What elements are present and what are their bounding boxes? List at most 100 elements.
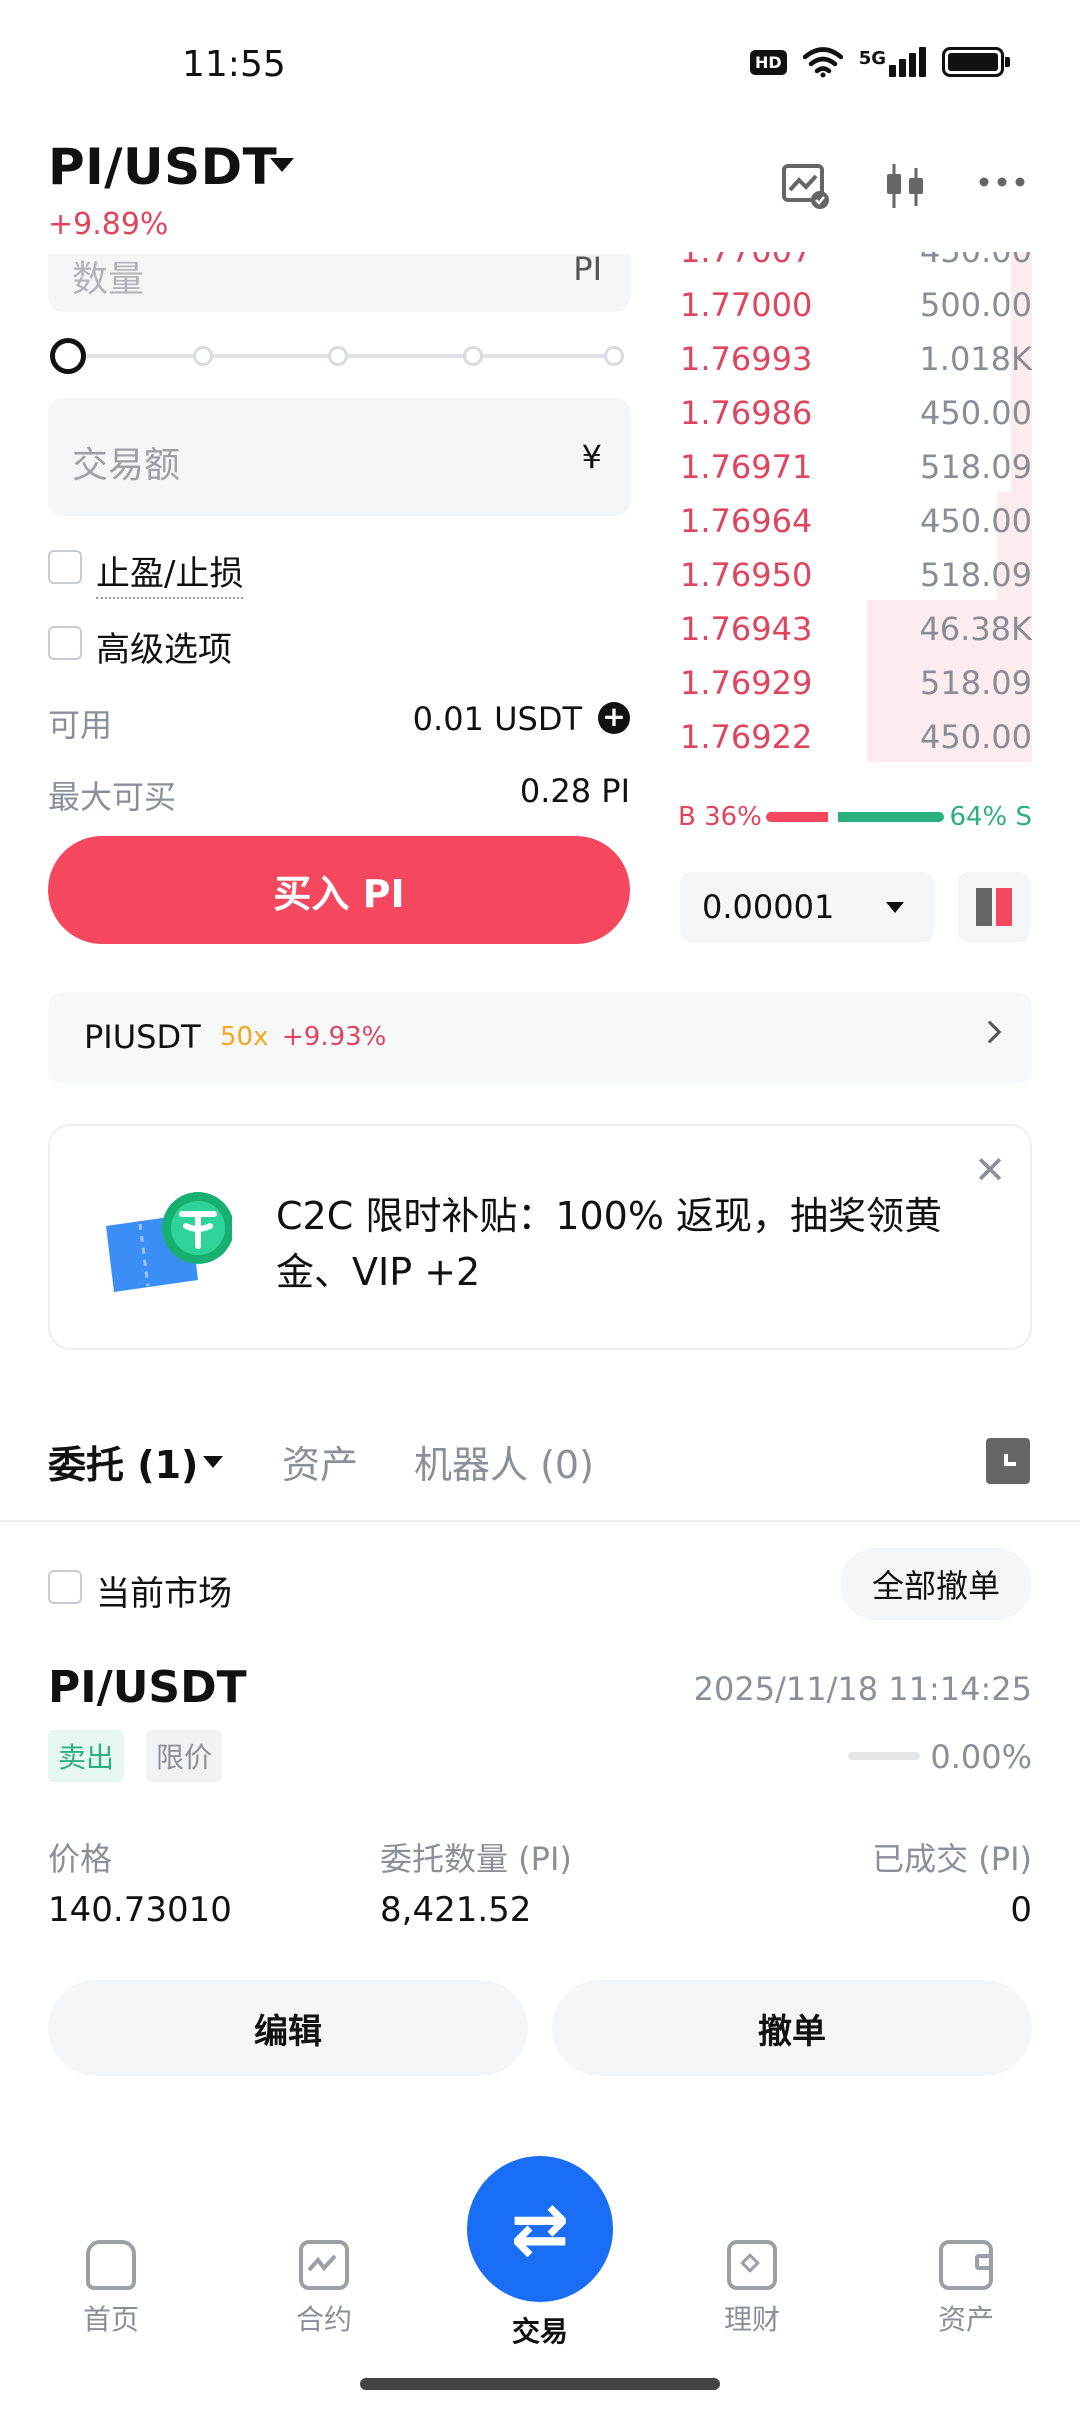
ask-quantity: 500.00 bbox=[920, 286, 1032, 324]
perpetual-link[interactable]: PIUSDT 50x +9.93% bbox=[48, 992, 1032, 1084]
quantity-label: 数量 bbox=[72, 259, 145, 300]
tp-sl-label[interactable]: 止盈/止损 bbox=[96, 546, 244, 599]
price-label: 价格 bbox=[48, 1840, 113, 1878]
pair-title[interactable]: PI/USDT bbox=[48, 138, 277, 196]
cancel-order-button[interactable]: 撤单 bbox=[552, 1980, 1032, 2076]
cellular-signal-icon: 5G bbox=[859, 47, 926, 77]
nav-assets[interactable]: 资产 bbox=[906, 2240, 1026, 2338]
order-qty-value: 8,421.52 bbox=[380, 1890, 532, 1930]
ask-quantity: 1.018K bbox=[919, 340, 1032, 378]
quantity-unit: PI bbox=[573, 254, 602, 288]
home-icon bbox=[86, 2240, 136, 2290]
tab-assets[interactable]: 资产 bbox=[282, 1434, 358, 1489]
order-pair: PI/USDT bbox=[48, 1662, 247, 1713]
filled-qty-label: 已成交 (PI) bbox=[872, 1840, 1032, 1878]
banner-text: C2C 限时补贴：100% 返现，抽奖领黄金、VIP +2 bbox=[276, 1194, 943, 1294]
candlestick-icon[interactable] bbox=[880, 160, 932, 212]
battery-icon bbox=[942, 47, 1010, 77]
nav-earn[interactable]: 理财 bbox=[692, 2240, 812, 2338]
advanced-options-label[interactable]: 高级选项 bbox=[96, 622, 232, 671]
trade-amount-field[interactable]: 交易额 ¥ bbox=[48, 398, 630, 516]
slider-stop-100[interactable] bbox=[604, 346, 624, 366]
status-time: 11:55 bbox=[182, 44, 286, 85]
pair-change: +9.89% bbox=[48, 207, 169, 242]
plus-circle-icon[interactable]: + bbox=[598, 702, 630, 734]
advanced-options-checkbox[interactable] bbox=[48, 626, 82, 660]
order-book-row[interactable]: 1.76922 450.00 bbox=[680, 708, 1032, 762]
wallet-icon bbox=[939, 2240, 993, 2290]
order-book-row[interactable]: 1.77000 500.00 bbox=[680, 276, 1032, 330]
chevron-down-icon bbox=[886, 902, 904, 913]
ask-price: 1.76950 bbox=[680, 556, 813, 594]
chevron-right-icon bbox=[978, 1020, 1002, 1044]
nav-home[interactable]: 首页 bbox=[51, 2240, 171, 2338]
precision-value: 0.00001 bbox=[702, 888, 835, 926]
slider-stop-50[interactable] bbox=[328, 346, 348, 366]
order-book-row[interactable]: 1.76943 46.38K bbox=[680, 600, 1032, 654]
slider-handle[interactable] bbox=[50, 338, 86, 374]
tab-bots[interactable]: 机器人 (0) bbox=[414, 1434, 594, 1489]
slider-stop-25[interactable] bbox=[193, 346, 213, 366]
edit-order-button[interactable]: 编辑 bbox=[48, 1980, 528, 2076]
ask-price: 1.76971 bbox=[680, 448, 813, 486]
close-icon[interactable]: ✕ bbox=[974, 1148, 1006, 1192]
split-layout-icon bbox=[976, 888, 1012, 926]
currency-unit: ¥ bbox=[581, 438, 602, 476]
nav-futures[interactable]: 合约 bbox=[264, 2240, 384, 2338]
order-book-row[interactable]: 1.76993 1.018K bbox=[680, 330, 1032, 384]
hd-badge: HD bbox=[750, 49, 787, 75]
chart-alert-icon[interactable] bbox=[780, 160, 832, 212]
precision-select[interactable]: 0.00001 bbox=[680, 872, 934, 942]
order-book-row[interactable]: 1.77007 450.00 bbox=[680, 252, 1032, 276]
home-indicator bbox=[360, 2378, 720, 2390]
available-label: 可用 bbox=[48, 706, 113, 744]
nav-trade-label[interactable]: 交易 bbox=[480, 2310, 600, 2350]
ask-quantity: 450.00 bbox=[920, 394, 1032, 432]
perp-name: PIUSDT bbox=[84, 1018, 201, 1056]
order-book-row[interactable]: 1.76929 518.09 bbox=[680, 654, 1032, 708]
buy-ratio-bar bbox=[766, 812, 828, 822]
ask-price: 1.76993 bbox=[680, 340, 813, 378]
swap-arrows-icon[interactable]: ⇄ bbox=[467, 2156, 613, 2302]
more-icon[interactable] bbox=[976, 160, 1028, 212]
ask-price: 1.76929 bbox=[680, 664, 813, 702]
quantity-field[interactable]: 数量 PI bbox=[48, 254, 630, 312]
ask-quantity: 518.09 bbox=[920, 664, 1032, 702]
ask-quantity: 450.00 bbox=[920, 718, 1032, 756]
ask-quantity: 46.38K bbox=[919, 610, 1032, 648]
promo-banner[interactable]: C2C 限时补贴：100% 返现，抽奖领黄金、VIP +2 ✕ bbox=[48, 1124, 1032, 1350]
divider bbox=[0, 1520, 1080, 1522]
tp-sl-checkbox[interactable] bbox=[48, 550, 82, 584]
ask-price: 1.76986 bbox=[680, 394, 813, 432]
cancel-all-button[interactable]: 全部撤单 bbox=[840, 1548, 1032, 1620]
buy-button[interactable]: 买入 PI bbox=[48, 836, 630, 944]
ask-quantity: 450.00 bbox=[920, 252, 1032, 270]
max-buy-label: 最大可买 bbox=[48, 778, 177, 816]
fill-progress-bar bbox=[848, 1752, 920, 1760]
order-qty-label: 委托数量 (PI) bbox=[380, 1840, 572, 1878]
tab-orders[interactable]: 委托 (1) bbox=[48, 1434, 198, 1489]
history-doc-icon[interactable] bbox=[986, 1438, 1030, 1484]
order-book-row[interactable]: 1.76986 450.00 bbox=[680, 384, 1032, 438]
buy-ratio-label: B 36% bbox=[678, 802, 762, 832]
slider-stop-75[interactable] bbox=[463, 346, 483, 366]
usdt-ticket-icon bbox=[106, 1192, 232, 1292]
available-value: 0.01 USDT bbox=[412, 700, 582, 738]
trade-amount-label: 交易额 bbox=[72, 445, 181, 486]
futures-chart-icon bbox=[299, 2240, 349, 2290]
current-market-label[interactable]: 当前市场 bbox=[96, 1566, 232, 1615]
current-market-checkbox[interactable] bbox=[48, 1570, 82, 1604]
fill-percent: 0.00% bbox=[930, 1738, 1032, 1776]
book-layout-toggle[interactable] bbox=[958, 872, 1030, 942]
order-book: 1.77007450.001.77000500.001.769931.018K1… bbox=[680, 252, 1032, 764]
ask-price: 1.76964 bbox=[680, 502, 813, 540]
order-book-row[interactable]: 1.76971 518.09 bbox=[680, 438, 1032, 492]
chevron-down-icon[interactable] bbox=[203, 1456, 223, 1468]
side-badge: 卖出 bbox=[48, 1730, 125, 1782]
order-book-row[interactable]: 1.76964 450.00 bbox=[680, 492, 1032, 546]
chevron-down-icon[interactable] bbox=[270, 158, 294, 172]
ask-price: 1.77000 bbox=[680, 286, 813, 324]
ask-price: 1.77007 bbox=[680, 252, 812, 270]
nav-earn-label: 理财 bbox=[723, 2303, 780, 2336]
order-book-row[interactable]: 1.76950 518.09 bbox=[680, 546, 1032, 600]
